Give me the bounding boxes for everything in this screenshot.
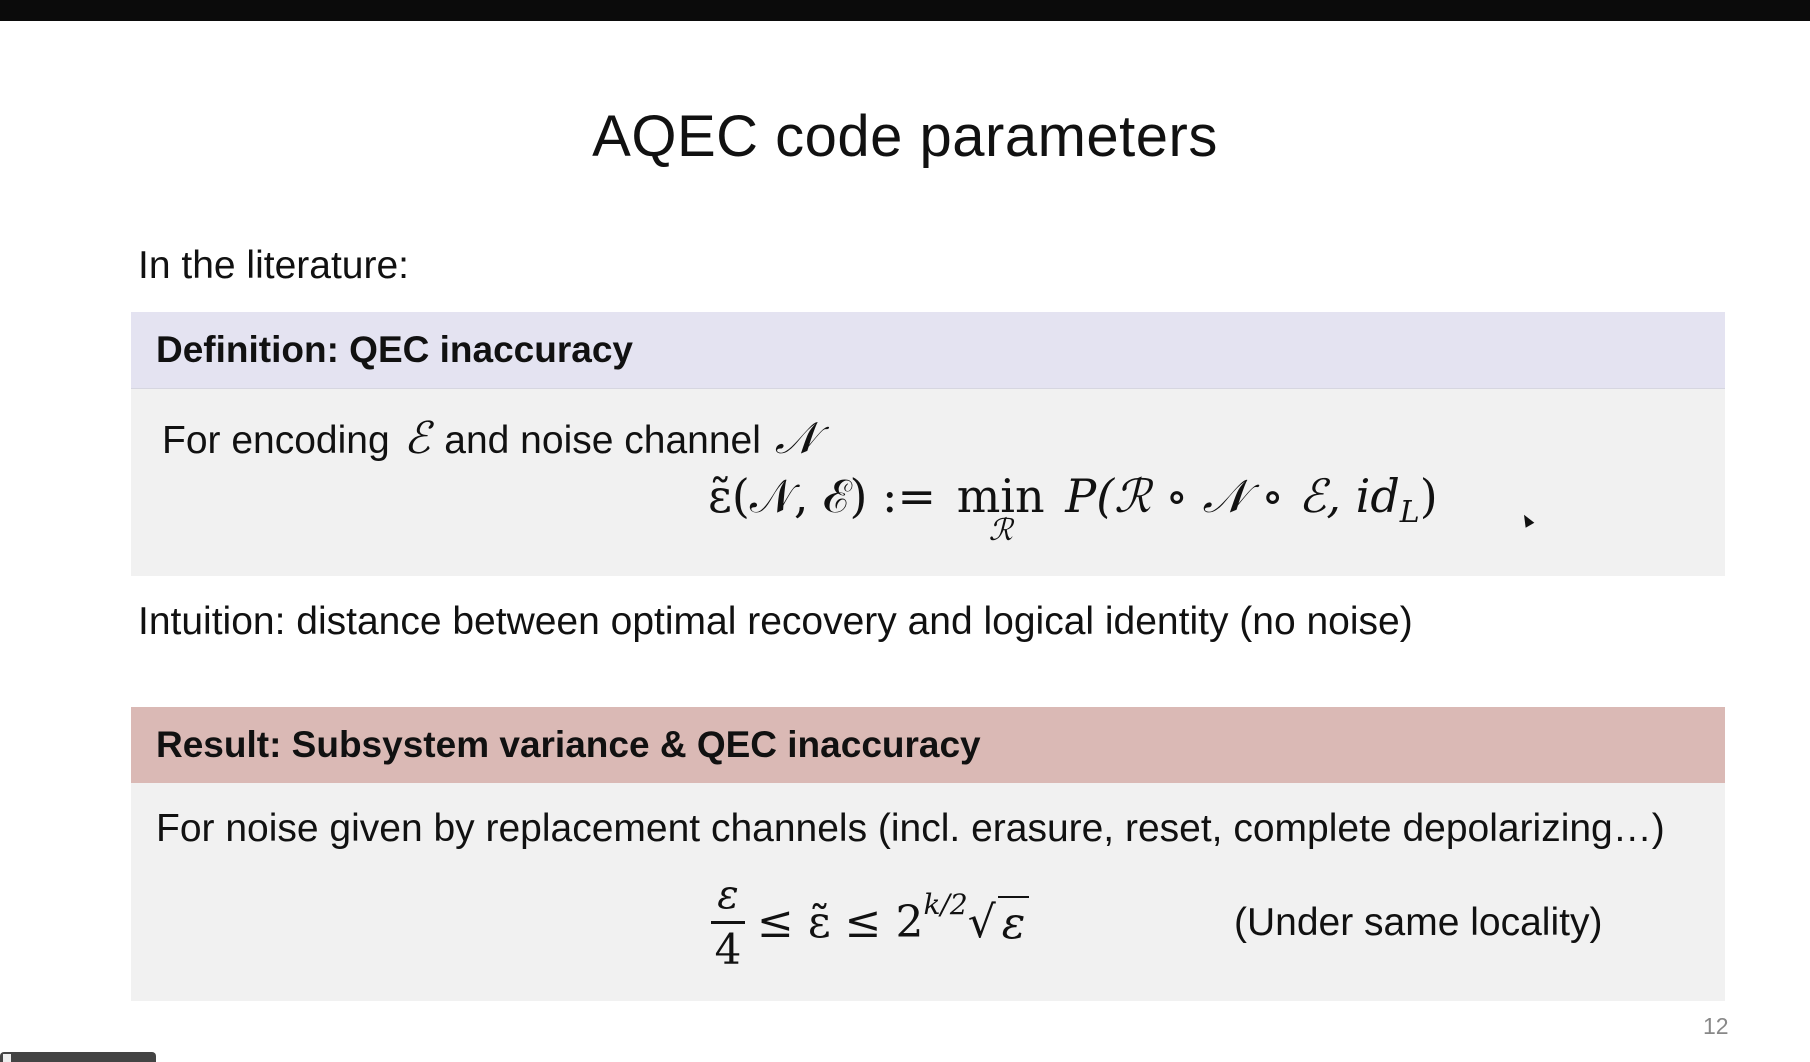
result-box: Result: Subsystem variance & QEC inaccur… [131, 707, 1725, 1001]
qec-inaccuracy-formula: ε̃(𝒩, ℰ) := min ℛ P(ℛ ∘ 𝒩 ∘ ℰ, idL) [708, 469, 1438, 548]
min-operator: min ℛ [957, 469, 1045, 548]
window-top-bar [0, 0, 1810, 21]
formula-rhs-close: ) [1419, 469, 1438, 523]
variance-bound-formula: ε 4 ≤ ε̃ ≤ 2 k/2 √ ε [711, 873, 1030, 972]
intuition-text: Intuition: distance between optimal reco… [138, 600, 1413, 643]
app-icon [3, 1054, 11, 1062]
sqrt-argument: ε [997, 896, 1030, 949]
sqrt-sign: √ [967, 897, 996, 948]
definition-text-mid: and noise channel [444, 419, 761, 462]
locality-note: (Under same locality) [1234, 901, 1603, 944]
definition-box: Definition: QEC inaccuracy For encoding ℰ… [131, 312, 1725, 576]
definition-header: Definition: QEC inaccuracy [131, 312, 1725, 389]
formula-lhs: ε̃(𝒩, ℰ) := [708, 469, 937, 523]
page-number: 12 [1703, 1013, 1729, 1039]
fraction: ε 4 [711, 873, 745, 972]
result-text: For noise given by replacement channels … [156, 807, 1665, 850]
formula-rhs-subscript: L [1399, 495, 1420, 530]
slide-title: AQEC code parameters [592, 104, 1218, 169]
formula-rhs: P(ℛ ∘ 𝒩 ∘ ℰ, id [1065, 469, 1400, 523]
taskbar-chip[interactable] [0, 1052, 156, 1062]
intro-text: In the literature: [138, 244, 409, 287]
formula-exponent: k/2 [923, 888, 968, 921]
definition-text: For encoding ℰand noise channel 𝒩 [162, 413, 831, 464]
result-header: Result: Subsystem variance & QEC inaccur… [131, 707, 1725, 783]
fraction-denominator: 4 [714, 925, 742, 974]
formula-middle: ≤ ε̃ ≤ 2 [757, 897, 924, 948]
definition-text-pre: For encoding [162, 419, 390, 462]
fraction-numerator: ε [717, 872, 739, 918]
result-body: For noise given by replacement channels … [131, 783, 1725, 1001]
noise-symbol: 𝒩 [774, 413, 818, 464]
fraction-bar [711, 921, 745, 924]
definition-body: For encoding ℰand noise channel 𝒩 ε̃(𝒩, ℰ)… [131, 389, 1725, 576]
min-subscript: ℛ [988, 513, 1013, 548]
encoding-symbol: ℰ [403, 413, 431, 464]
